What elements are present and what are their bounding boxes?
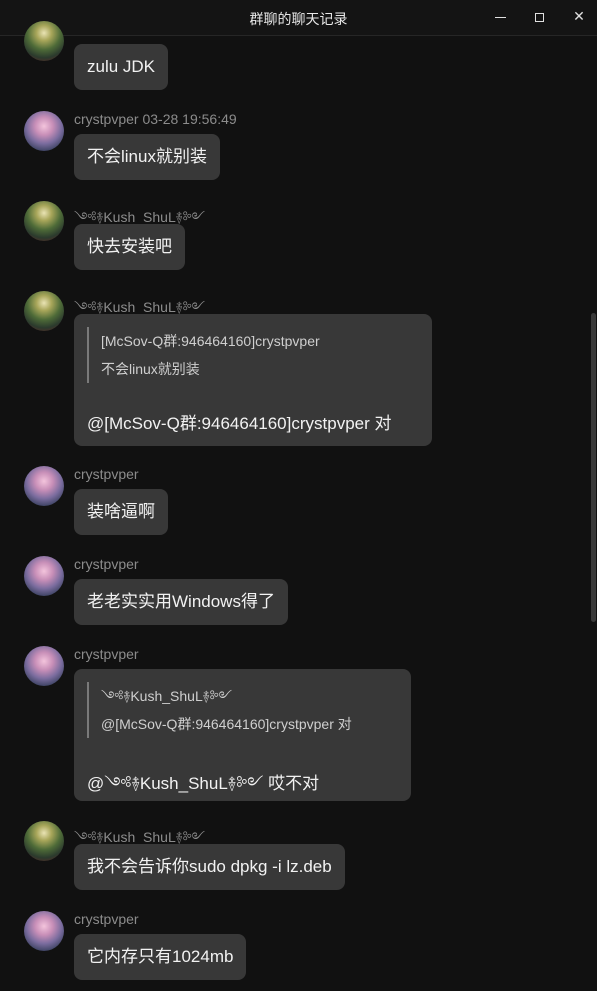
scrollbar[interactable] — [591, 313, 596, 622]
avatar[interactable] — [24, 911, 64, 951]
sender-name: crystpvper — [74, 556, 139, 572]
minimize-icon — [494, 16, 506, 18]
maximize-icon — [534, 12, 544, 22]
message-bubble[interactable]: 快去安装吧 — [74, 224, 185, 270]
message-text: @༺࿈Kush_ShuL࿈༻ 哎不对 — [87, 774, 320, 793]
message-bubble[interactable]: zulu JDK — [74, 44, 169, 90]
avatar[interactable] — [24, 21, 64, 61]
reply-bubble[interactable]: ༺࿈Kush_ShuL࿈༻ @[McSov-Q群:946464160]cryst… — [74, 669, 411, 801]
avatar[interactable] — [24, 291, 64, 331]
message-bubble[interactable]: 不会linux就别装 — [74, 134, 220, 180]
message-bubble[interactable]: 它内存只有1024mb — [74, 934, 247, 980]
message-text: @[McSov-Q群:946464160]crystpvper 对 — [87, 414, 392, 433]
avatar[interactable] — [24, 556, 64, 596]
quoted-text: 不会linux就别装 — [101, 361, 200, 377]
message-bubble[interactable]: 老老实实用Windows得了 — [74, 579, 288, 625]
quoted-sender: ༺࿈Kush_ShuL࿈༻ — [101, 688, 233, 704]
avatar[interactable] — [24, 466, 64, 506]
sender-name: crystpvper — [74, 646, 139, 662]
quoted-sender: [McSov-Q群:946464160]crystpvper — [101, 333, 320, 349]
title-bar: 群聊的聊天记录 ✕ — [0, 0, 597, 36]
message-bubble[interactable]: 装啥逼啊 — [74, 489, 168, 535]
avatar[interactable] — [24, 821, 64, 861]
reply-bubble[interactable]: [McSov-Q群:946464160]crystpvper 不会linux就别… — [74, 314, 432, 446]
minimize-button[interactable] — [488, 6, 512, 28]
quoted-message[interactable]: [McSov-Q群:946464160]crystpvper 不会linux就别… — [87, 327, 320, 383]
sender-name: crystpvper — [74, 911, 139, 927]
avatar[interactable] — [24, 201, 64, 241]
close-icon: ✕ — [573, 9, 585, 25]
close-button[interactable]: ✕ — [567, 6, 591, 28]
maximize-button[interactable] — [527, 6, 551, 28]
sender-name: crystpvper — [74, 466, 139, 482]
avatar[interactable] — [24, 111, 64, 151]
message-bubble[interactable]: 我不会告诉你sudo dpkg -i lz.deb — [74, 844, 345, 890]
quoted-text: @[McSov-Q群:946464160]crystpvper 对 — [101, 716, 352, 732]
sender-name: crystpvper 03-28 19:56:49 — [74, 111, 237, 127]
avatar[interactable] — [24, 646, 64, 686]
quoted-message[interactable]: ༺࿈Kush_ShuL࿈༻ @[McSov-Q群:946464160]cryst… — [87, 682, 352, 738]
